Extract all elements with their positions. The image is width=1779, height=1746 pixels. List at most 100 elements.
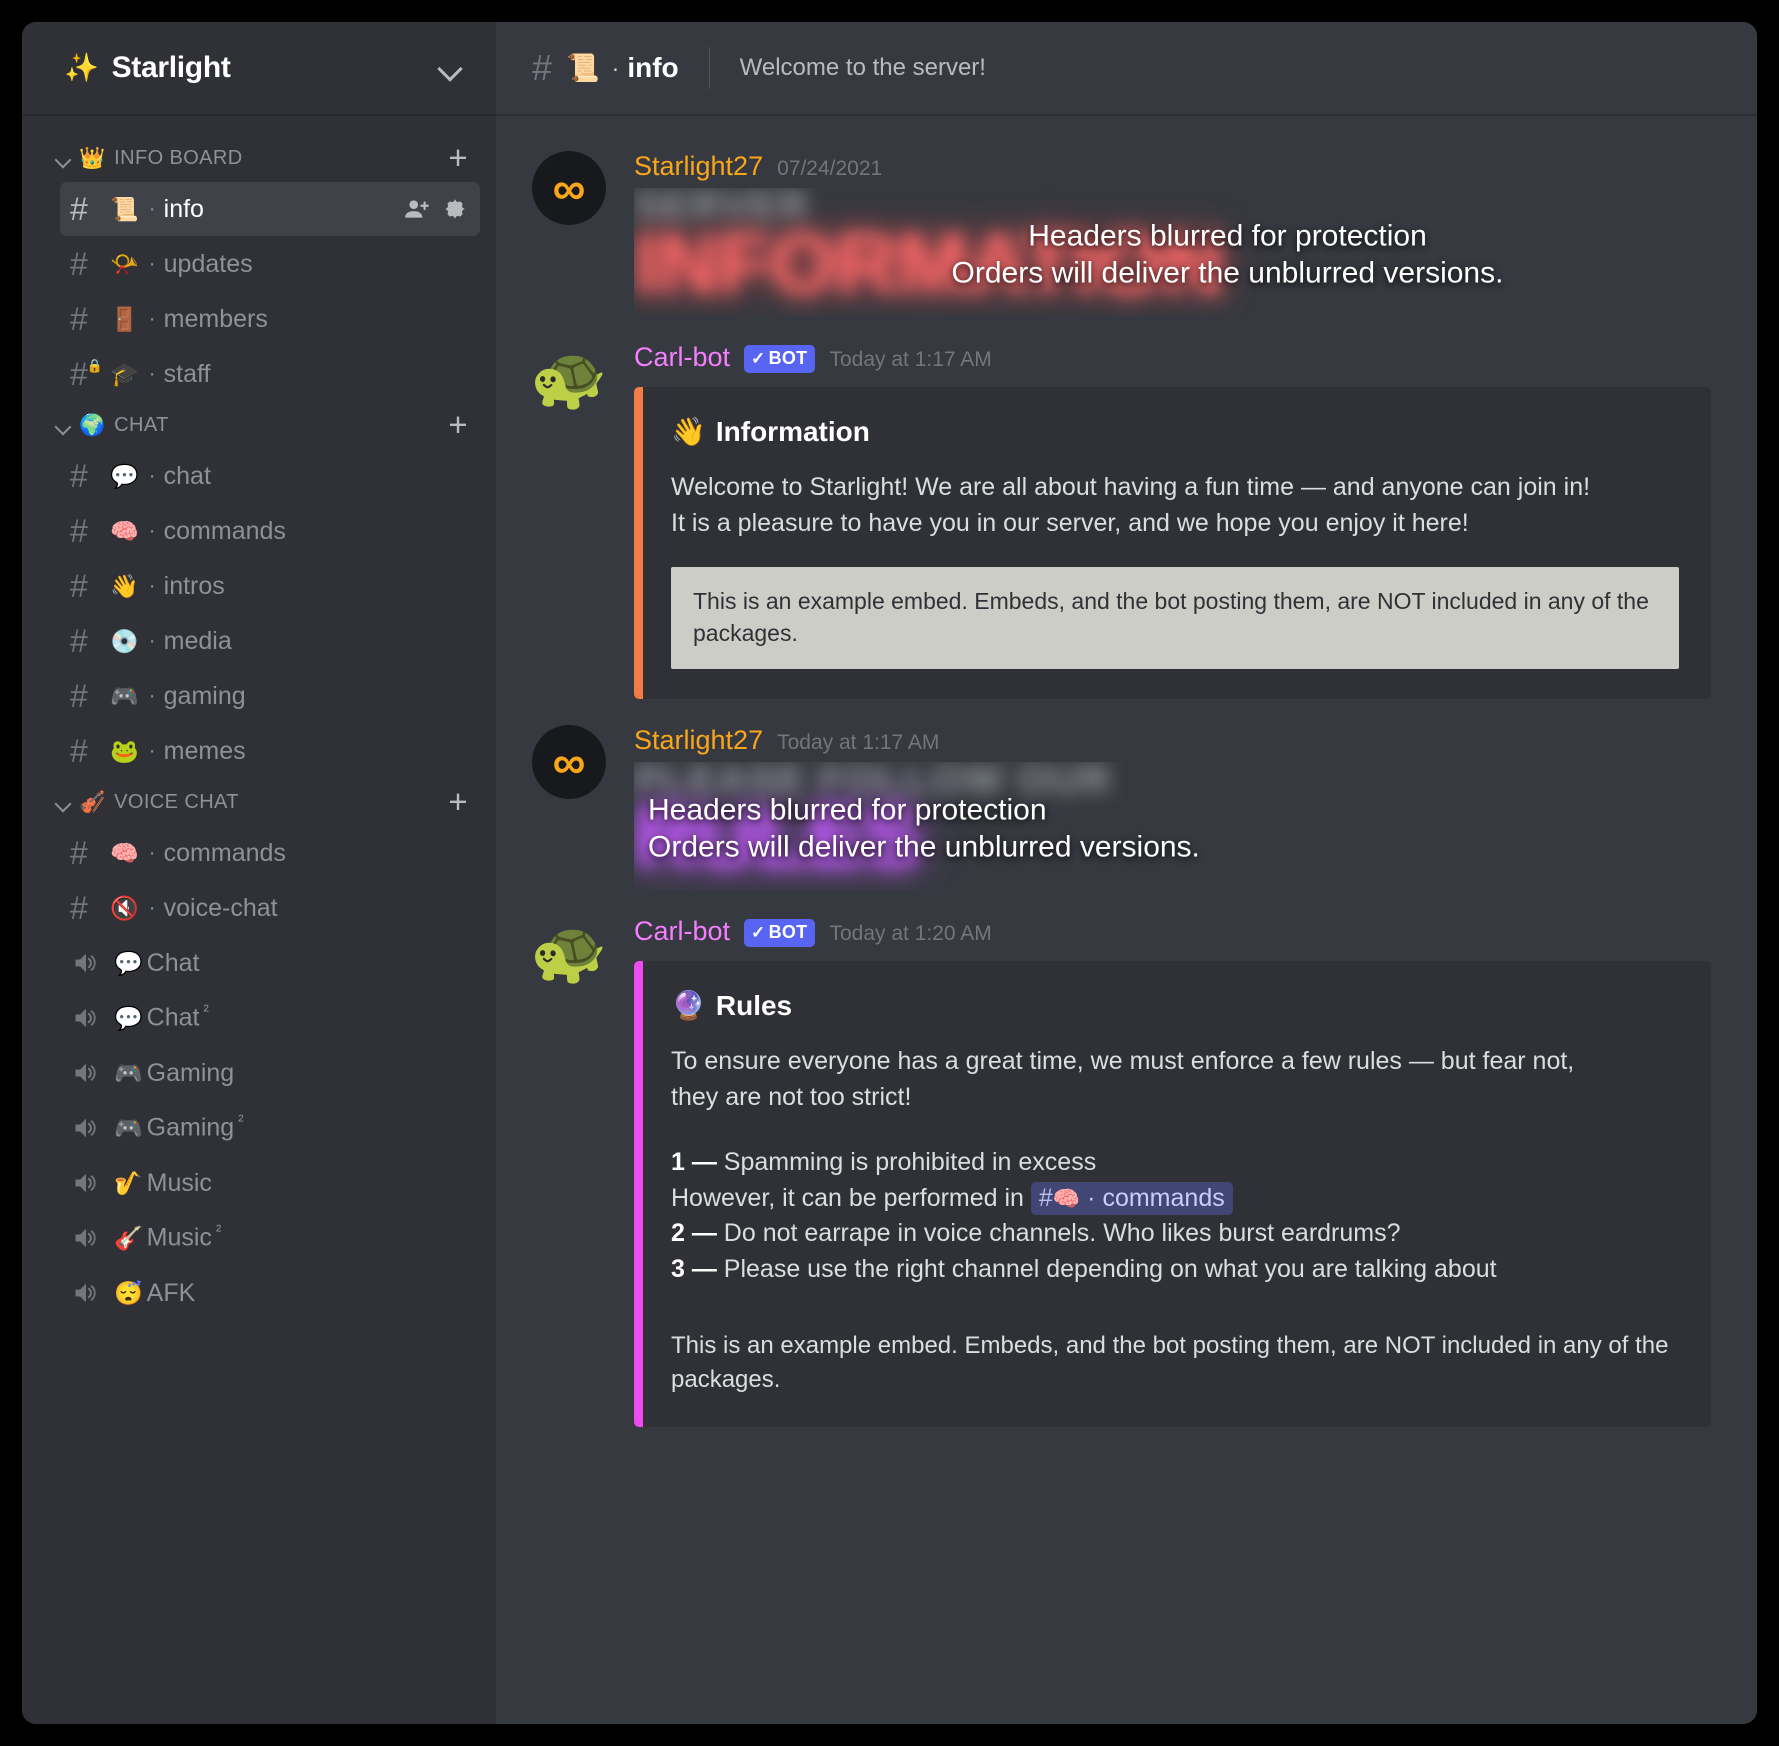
sidebar-channel-afk[interactable]: 😴 AFK xyxy=(60,1266,480,1320)
message-timestamp: 07/24/2021 xyxy=(777,157,883,180)
channel-mention-chip[interactable]: #🧠 · commands xyxy=(1030,1181,1233,1215)
rule-item: 1 — Spamming is prohibited in excess xyxy=(671,1145,1679,1181)
message-author[interactable]: Starlight27 xyxy=(634,725,763,756)
infinity-avatar[interactable]: ∞ xyxy=(532,725,606,800)
message: 🐢 Carl-bot ✓ BOT Today at 1:17 AM 👋 Informatio… xyxy=(496,324,1757,707)
speaker-icon xyxy=(70,1059,108,1087)
channel-name: info xyxy=(163,194,204,223)
verified-check-icon: ✓ xyxy=(751,349,766,368)
channel-actions[interactable] xyxy=(404,196,468,222)
infinity-avatar[interactable]: ∞ xyxy=(532,151,606,225)
server-header[interactable]: ✨ Starlight xyxy=(22,22,496,115)
message-timestamp: Today at 1:17 AM xyxy=(777,731,940,755)
category-label: INFO BOARD xyxy=(114,146,243,169)
message-author[interactable]: Starlight27 xyxy=(634,151,763,182)
add-channel-button[interactable]: + xyxy=(446,785,470,818)
rule-number: 3 — xyxy=(671,1254,724,1283)
sidebar-channel-gaming[interactable]: 🎮 Gaming ² xyxy=(60,1101,480,1155)
channel-emoji-icon: 🎸 xyxy=(114,1224,143,1251)
sidebar-channel-intros[interactable]: # 👋 · intros xyxy=(60,559,480,613)
speaker-icon xyxy=(70,1004,108,1032)
sidebar-channel-gaming[interactable]: # 🎮 · gaming xyxy=(60,669,480,723)
sidebar-channel-music[interactable]: 🎷 Music xyxy=(60,1156,480,1210)
channel-list[interactable]: 👑 INFO BOARD + # 📜 · info # 📯 · updates # 🚪 · members #… xyxy=(22,115,496,1724)
channel-emoji-icon: 🎮 xyxy=(114,1114,143,1141)
embed-card: 👋 Information Welcome to Starlight! We are… xyxy=(634,387,1711,700)
chevron-down-icon[interactable] xyxy=(437,55,463,81)
sidebar-channel-voice-chat[interactable]: # 🔇 · voice‑chat xyxy=(60,881,480,935)
channel-emoji-icon: 💬 xyxy=(114,949,143,976)
sidebar-channel-music[interactable]: 🎸 Music ² xyxy=(60,1211,480,1265)
sidebar-channel-chat[interactable]: 💬 Chat xyxy=(60,936,480,990)
lock-icon: 🔒 xyxy=(86,358,103,373)
verified-check-icon: ✓ xyxy=(751,923,766,943)
hash-icon: # xyxy=(1038,1183,1053,1212)
speaker-icon xyxy=(70,1114,108,1142)
embed-paragraph: To ensure everyone has a great time, we … xyxy=(671,1047,1575,1076)
add-channel-button[interactable]: + xyxy=(446,141,470,174)
bot-badge-label: BOT xyxy=(768,348,808,368)
bot-badge: ✓ BOT xyxy=(744,919,816,948)
channel-separator: · xyxy=(148,841,156,864)
message-list[interactable]: ∞ Starlight27 07/24/2021 SERVER INFORMATION H… xyxy=(496,115,1757,1724)
bot-badge-label: BOT xyxy=(768,922,808,943)
message-body: Carl-bot ✓ BOT Today at 1:20 AM 🔮 Rules To ens… xyxy=(634,916,1711,1427)
sidebar-channel-media[interactable]: # 💿 · media xyxy=(60,614,480,668)
sidebar-channel-commands[interactable]: # 🧠 · commands xyxy=(60,826,480,880)
channel-header: # 📜 · info Welcome to the server! xyxy=(496,22,1757,115)
channel-separator: · xyxy=(148,574,156,597)
channel-emoji-icon: 🎮 xyxy=(114,1059,143,1086)
embed-title-text: Rules xyxy=(715,989,793,1021)
message-header: Carl-bot ✓ BOT Today at 1:20 AM xyxy=(634,916,1711,949)
embed-title-text: Information xyxy=(715,415,870,447)
embed-title-emoji-icon: 👋 xyxy=(671,416,706,447)
channel-name: intros xyxy=(163,571,225,600)
main-panel: # 📜 · info Welcome to the server! ∞ Starl… xyxy=(496,22,1757,1724)
rule-text: Please use the right channel depending o… xyxy=(723,1254,1497,1283)
turtle-avatar[interactable]: 🐢 xyxy=(532,342,606,416)
add-channel-button[interactable]: + xyxy=(446,408,470,441)
rule-text: However, it can be performed in xyxy=(671,1183,1031,1212)
channel-separator: · xyxy=(148,307,156,330)
channel-emoji-icon: 👋 xyxy=(110,572,139,599)
channel-emoji-icon: 💬 xyxy=(110,462,139,489)
message-timestamp: Today at 1:20 AM xyxy=(829,922,992,946)
embed-content: 🔮 Rules To ensure everyone has a great tim… xyxy=(643,961,1711,1426)
sidebar-channel-gaming[interactable]: 🎮 Gaming xyxy=(60,1046,480,1100)
hash-icon: # xyxy=(70,733,88,769)
settings-gear-icon[interactable] xyxy=(442,196,468,222)
embed-description: To ensure everyone has a great time, we … xyxy=(671,1044,1679,1115)
sidebar-channel-memes[interactable]: # 🐸 · memes xyxy=(60,724,480,778)
message-author[interactable]: Carl-bot xyxy=(634,916,730,947)
turtle-avatar[interactable]: 🐢 xyxy=(532,916,606,990)
channel-separator: · xyxy=(148,896,156,919)
sidebar-channel-chat[interactable]: 💬 Chat ² xyxy=(60,991,480,1045)
sidebar-channel-staff[interactable]: # 🔒 🎓 · staff xyxy=(60,347,480,401)
category-info-board[interactable]: 👑 INFO BOARD + xyxy=(22,135,496,181)
channel-emoji-icon: 📜 xyxy=(110,195,139,222)
add-member-icon[interactable] xyxy=(404,196,430,222)
sidebar-channel-updates[interactable]: # 📯 · updates xyxy=(60,237,480,291)
channel-emoji-icon: 😴 xyxy=(114,1279,143,1306)
rule-number: 1 — xyxy=(671,1148,724,1177)
category-voice-chat[interactable]: 🎻 VOICE CHAT + xyxy=(22,779,496,825)
speaker-icon xyxy=(70,1279,108,1307)
channel-separator: · xyxy=(148,464,156,487)
sidebar-channel-chat[interactable]: # 💬 · chat xyxy=(60,449,480,503)
sidebar-channel-members[interactable]: # 🚪 · members xyxy=(60,292,480,346)
rule-item: However, it can be performed in #🧠 · com… xyxy=(671,1181,1679,1217)
header-divider xyxy=(708,47,710,89)
sidebar-channel-commands[interactable]: # 🧠 · commands xyxy=(60,504,480,558)
message-header: Starlight27 Today at 1:17 AM xyxy=(634,725,1711,756)
sidebar-channel-info[interactable]: # 📜 · info xyxy=(60,182,480,236)
channel-separator: · xyxy=(148,739,156,762)
channel-name: gaming xyxy=(163,681,246,710)
speaker-icon xyxy=(70,1224,108,1252)
channel-name: staff xyxy=(163,359,211,388)
channel-name: updates xyxy=(163,249,253,278)
channel-name-suffix: ² xyxy=(238,1113,244,1131)
hash-icon: # xyxy=(70,301,88,337)
category-chat[interactable]: 🌍 CHAT + xyxy=(22,402,496,448)
message-author[interactable]: Carl-bot xyxy=(634,342,730,373)
channel-emoji-icon: 📜 xyxy=(566,52,600,83)
